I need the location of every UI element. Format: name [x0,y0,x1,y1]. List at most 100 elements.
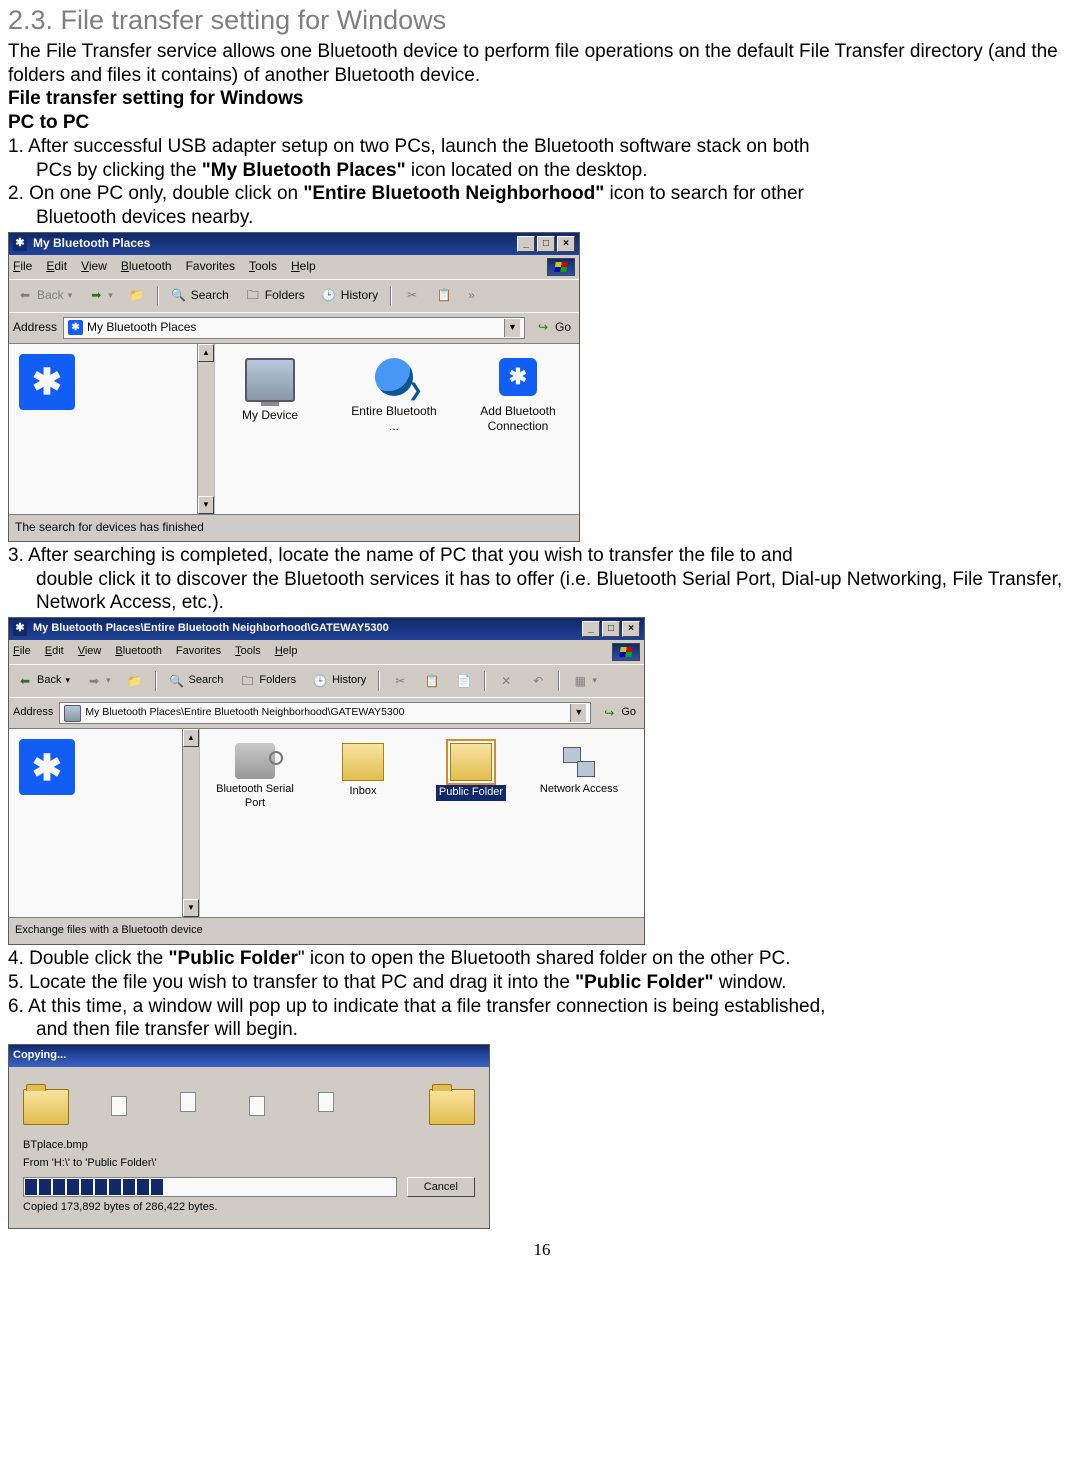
step-3-line1: 3. After searching is completed, locate … [8,544,1076,568]
step-2-line2: Bluetooth devices nearby. [8,206,1076,230]
menu-help[interactable]: Help [291,259,316,274]
screenshot-bluetooth-places: ✱ My Bluetooth Places _ □ × File Edit Vi… [8,232,580,542]
go-button[interactable]: ↪Go [597,703,640,723]
copy-icon: 📋 [424,673,440,689]
inbox-item[interactable]: Inbox [318,743,408,903]
monitor-icon [245,358,295,402]
delete-icon: ✕ [498,673,514,689]
back-button[interactable]: ⬅Back▾ [13,286,76,306]
undo-button[interactable]: ↶ [526,671,550,691]
page-number: 16 [8,1239,1076,1260]
menu-favorites[interactable]: Favorites [176,645,221,659]
menu-file[interactable]: File [13,645,31,659]
menu-view[interactable]: View [78,645,102,659]
address-input[interactable]: . My Bluetooth Places\Entire Bluetooth N… [59,702,591,724]
search-icon: 🔍 [171,288,187,304]
menu-edit[interactable]: Edit [45,645,64,659]
menu-help[interactable]: Help [275,645,298,659]
public-folder-item[interactable]: Public Folder [426,743,516,903]
folders-button[interactable]: 🗀Folders [235,671,300,691]
menu-view[interactable]: View [81,259,107,274]
history-icon: 🕒 [312,673,328,689]
content-pane: ✱ ▲ ▼ Bluetooth Serial Port Inbox Public… [9,728,644,917]
go-button[interactable]: ↪Go [531,318,575,338]
folders-icon: 🗀 [239,673,255,689]
window-titlebar: ✱ My Bluetooth Places\Entire Bluetooth N… [9,618,644,640]
search-button[interactable]: 🔍Search [167,286,233,306]
folders-button[interactable]: 🗀Folders [241,286,309,306]
bytes-copied-label: Copied 173,892 bytes of 286,422 bytes. [23,1201,475,1215]
scroll-up-button[interactable]: ▲ [198,344,214,362]
progress-row: Cancel [23,1177,475,1197]
dest-folder-icon [429,1089,475,1125]
up-button[interactable]: 📁 [123,671,147,691]
menu-tools[interactable]: Tools [249,259,277,274]
cut-button[interactable]: ✂ [388,671,412,691]
menu-tools[interactable]: Tools [235,645,261,659]
screenshot-copying-dialog: Copying... BTplace.bmp From 'H:\' to 'Pu… [8,1044,490,1229]
network-icon [559,743,599,779]
address-dropdown[interactable]: ▼ [504,319,520,337]
forward-button[interactable]: ➡▾ [84,286,117,306]
dialog-body: BTplace.bmp From 'H:\' to 'Public Folder… [9,1067,489,1228]
address-dropdown[interactable]: ▼ [570,704,586,722]
minimize-button[interactable]: _ [517,236,535,252]
history-button[interactable]: 🕒History [308,671,370,691]
maximize-button[interactable]: □ [537,236,555,252]
scrollbar[interactable]: ▲ ▼ [197,344,214,514]
dialog-titlebar: Copying... [9,1045,489,1067]
close-button[interactable]: × [557,236,575,252]
window-titlebar: ✱ My Bluetooth Places _ □ × [9,233,579,255]
cut-icon: ✂ [404,288,420,304]
add-bluetooth-connection-item[interactable]: ✱ Add Bluetooth Connection [473,358,563,500]
back-button[interactable]: ⬅Back▾ [13,671,74,691]
serial-port-icon [235,743,275,779]
subheading-2: PC to PC [8,111,1076,135]
close-button[interactable]: × [622,621,640,637]
bluetooth-serial-port-item[interactable]: Bluetooth Serial Port [210,743,300,903]
forward-arrow-icon: ➡ [88,288,104,304]
address-input[interactable]: ✱ My Bluetooth Places ▼ [63,317,525,339]
menu-file[interactable]: File [13,259,32,274]
copy-button[interactable]: 📋 [432,286,456,306]
copy-animation [23,1079,475,1135]
folder-up-icon: 📁 [127,673,143,689]
cut-button[interactable]: ✂ [400,286,424,306]
cut-icon: ✂ [392,673,408,689]
go-icon: ↪ [601,705,617,721]
toolbar-more[interactable]: » [464,286,479,305]
menu-favorites[interactable]: Favorites [186,259,235,274]
entire-bluetooth-item[interactable]: Entire Bluetooth ... [349,358,439,500]
step-1-line1: 1. After successful USB adapter setup on… [8,135,1076,159]
forward-button[interactable]: ➡▾ [82,671,115,691]
cancel-button[interactable]: Cancel [407,1177,475,1197]
bluetooth-icon: ✱ [13,622,27,636]
minimize-button[interactable]: _ [582,621,600,637]
paste-button[interactable]: 📄 [452,671,476,691]
scroll-down-button[interactable]: ▼ [198,496,214,514]
copy-button[interactable]: 📋 [420,671,444,691]
delete-button[interactable]: ✕ [494,671,518,691]
menu-bluetooth[interactable]: Bluetooth [121,259,172,274]
inbox-icon [342,743,384,781]
folder-up-icon: 📁 [129,288,145,304]
icon-area: My Device Entire Bluetooth ... ✱ Add Blu… [215,344,579,514]
history-button[interactable]: 🕒History [317,286,382,306]
network-access-item[interactable]: Network Access [534,743,624,903]
scrollbar[interactable]: ▲ ▼ [182,729,199,917]
menu-edit[interactable]: Edit [46,259,67,274]
step-5: 5. Locate the file you wish to transfer … [8,971,1076,995]
up-button[interactable]: 📁 [125,286,149,306]
scroll-up-button[interactable]: ▲ [183,729,199,747]
maximize-button[interactable]: □ [602,621,620,637]
step-6-line2: and then file transfer will begin. [8,1018,1076,1042]
scroll-down-button[interactable]: ▼ [183,899,199,917]
menu-bar: File Edit View Bluetooth Favorites Tools… [9,640,644,664]
copy-icon: 📋 [436,288,452,304]
toolbar: ⬅Back▾ ➡▾ 📁 🔍Search 🗀Folders 🕒History ✂ … [9,664,644,697]
address-label: Address [13,320,57,335]
search-button[interactable]: 🔍Search [165,671,228,691]
views-button[interactable]: ▦▾ [568,671,601,691]
menu-bluetooth[interactable]: Bluetooth [115,645,162,659]
my-device-item[interactable]: My Device [225,358,315,500]
